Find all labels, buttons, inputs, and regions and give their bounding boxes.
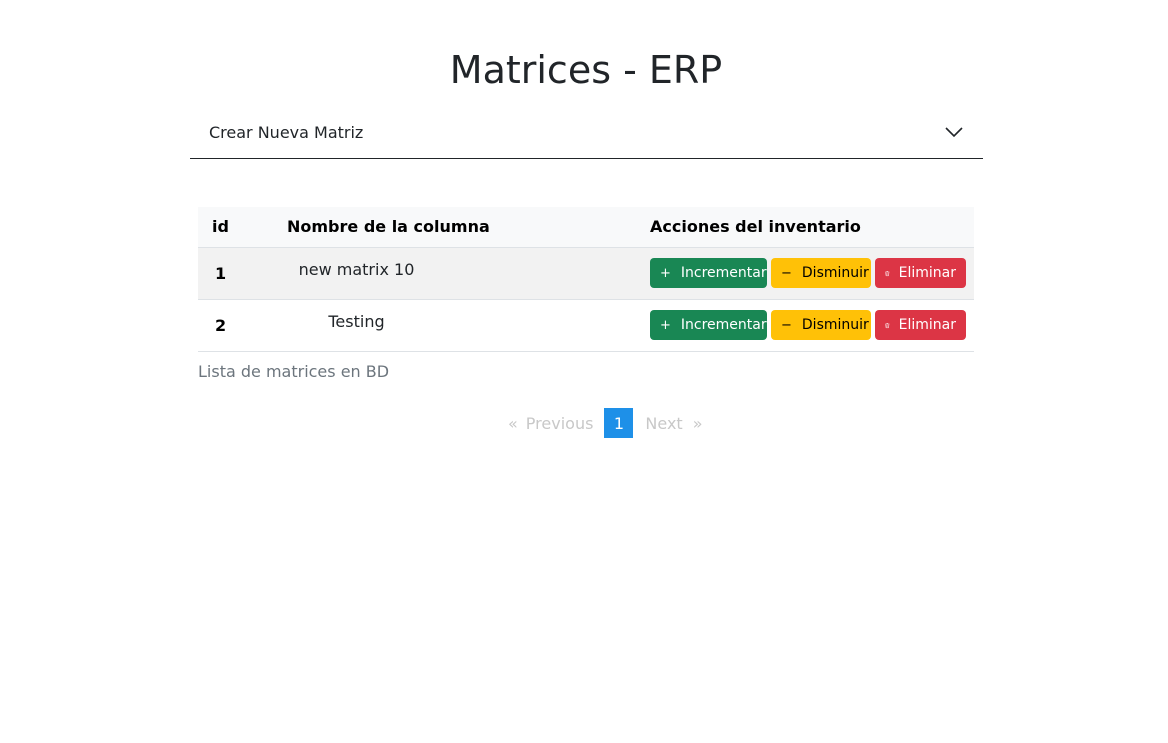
decrement-button[interactable]: − Disminuir: [771, 310, 871, 340]
decrement-button[interactable]: − Disminuir: [771, 258, 871, 288]
row-id: 2: [215, 315, 227, 335]
chevron-down-icon: [945, 127, 963, 138]
accordion-label: Crear Nueva Matriz: [209, 122, 364, 142]
delete-button[interactable]: Eliminar: [875, 310, 966, 340]
increment-button[interactable]: + Incrementar: [650, 310, 767, 340]
decrement-label: Disminuir: [801, 317, 869, 333]
table-caption: Lista de matrices en BD: [198, 362, 390, 381]
table-header-row: id Nombre de la columna Acciones del inv…: [198, 207, 974, 248]
minus-icon: −: [781, 317, 792, 333]
pagination-next-arrow[interactable]: »: [687, 408, 709, 438]
table-row: 2 Testing + Incrementar − Disminuir Elim…: [198, 299, 974, 351]
table-row: 1 new matrix 10 + Incrementar − Disminui…: [198, 247, 974, 299]
delete-label: Eliminar: [898, 317, 956, 333]
header-name: Nombre de la columna: [253, 207, 650, 248]
pagination-page-1[interactable]: 1: [604, 408, 634, 438]
delete-button[interactable]: Eliminar: [875, 258, 966, 288]
increment-label: Incrementar: [680, 317, 767, 333]
matrix-table: id Nombre de la columna Acciones del inv…: [198, 207, 974, 352]
pagination-prev-arrow[interactable]: «: [498, 408, 520, 438]
increment-label: Incrementar: [680, 265, 767, 281]
row-id: 1: [215, 263, 227, 283]
row-name: new matrix 10: [298, 259, 415, 279]
plus-icon: +: [660, 317, 671, 333]
pagination: « Previous 1 Next »: [498, 408, 709, 438]
header-actions: Acciones del inventario: [650, 207, 974, 248]
row-name: Testing: [328, 311, 385, 331]
create-matrix-accordion-toggle[interactable]: Crear Nueva Matriz: [190, 106, 983, 159]
minus-icon: −: [781, 265, 792, 281]
pagination-next[interactable]: Next: [633, 408, 686, 438]
decrement-label: Disminuir: [801, 265, 869, 281]
pagination-previous[interactable]: Previous: [520, 408, 605, 438]
page-title: Matrices - ERP: [449, 48, 723, 92]
plus-icon: +: [660, 265, 671, 281]
trash-icon: [885, 270, 890, 276]
row-actions: + Incrementar − Disminuir Eliminar: [650, 310, 974, 340]
delete-label: Eliminar: [898, 265, 956, 281]
row-actions: + Incrementar − Disminuir Eliminar: [650, 258, 974, 288]
header-id: id: [198, 207, 253, 248]
trash-icon: [885, 322, 890, 328]
increment-button[interactable]: + Incrementar: [650, 258, 767, 288]
